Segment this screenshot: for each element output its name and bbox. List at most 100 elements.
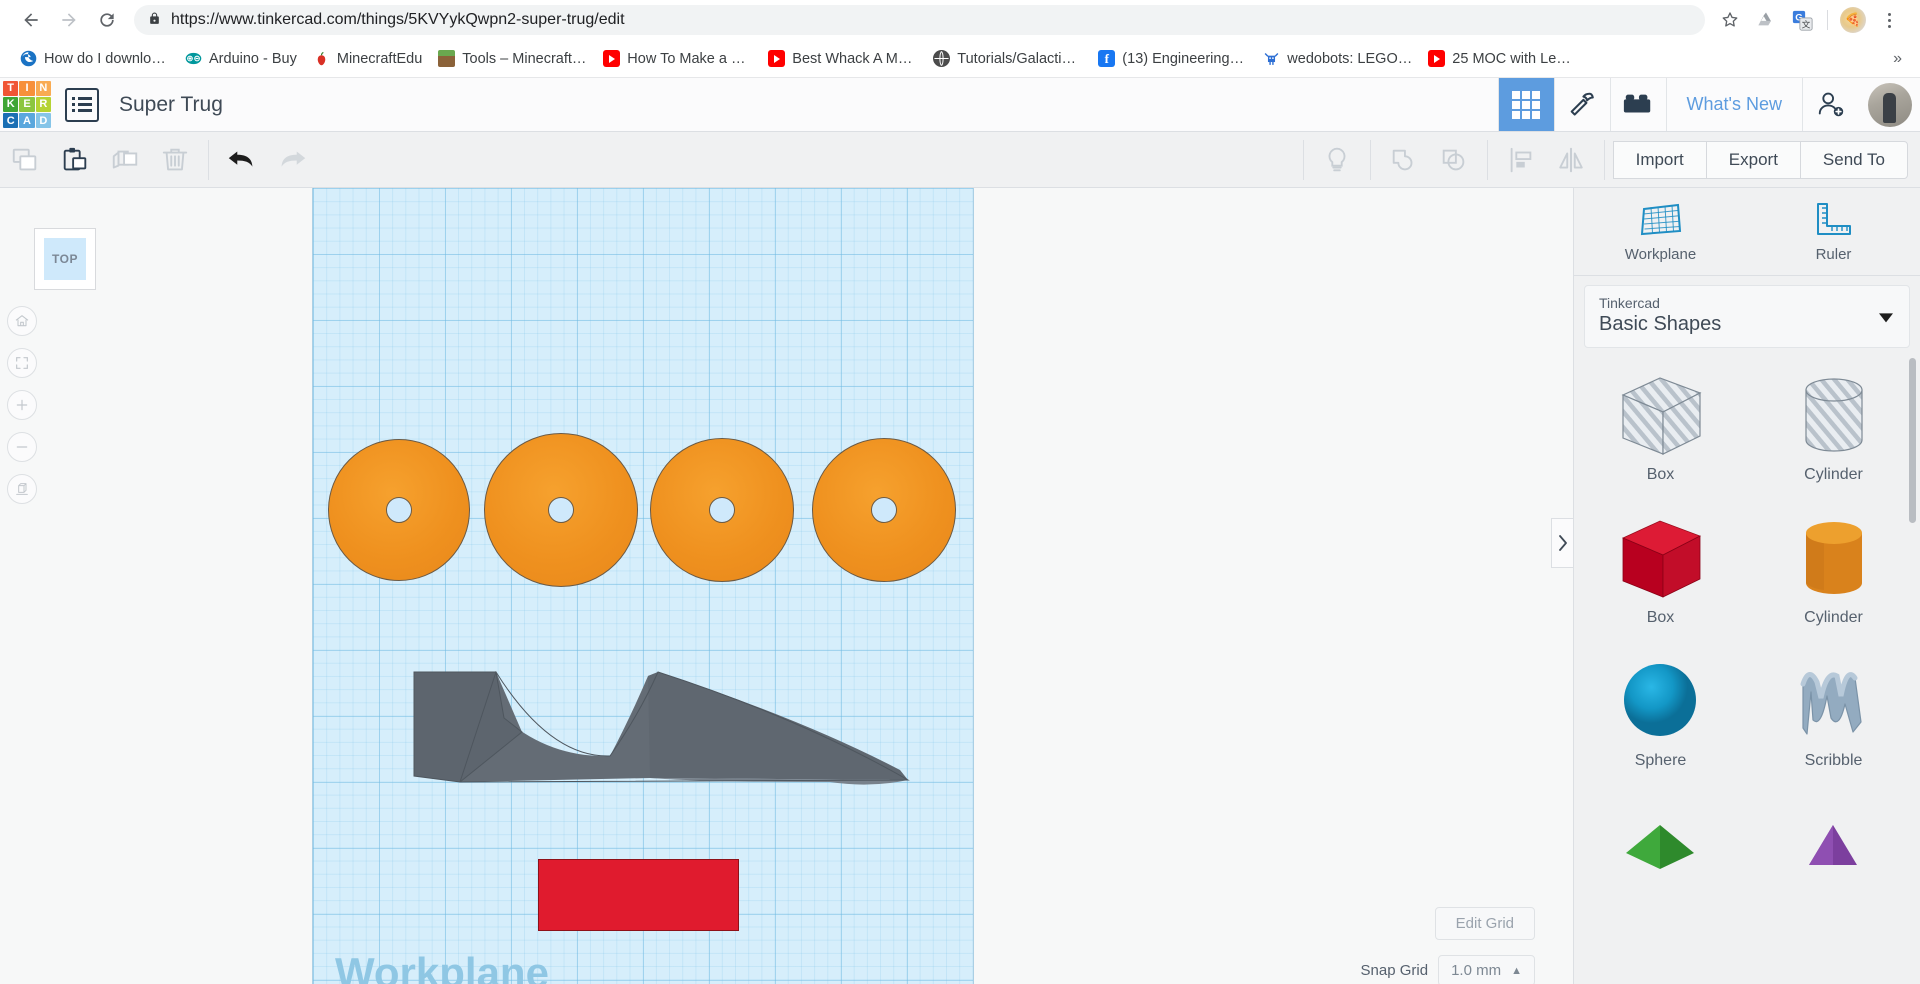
workplane-label: Workplane: [335, 949, 549, 984]
ungroup-button[interactable]: [1429, 132, 1479, 187]
snap-grid-select[interactable]: 1.0 mm ▲: [1438, 955, 1535, 984]
group-button[interactable]: [1379, 132, 1429, 187]
undo-button[interactable]: [217, 132, 267, 187]
editor-toolbar: Import Export Send To: [0, 132, 1920, 188]
shape-item-cylinder-hole[interactable]: Cylinder: [1747, 366, 1920, 509]
invite-people-button[interactable]: [1802, 78, 1858, 131]
workplane-tool[interactable]: Workplane: [1574, 188, 1747, 275]
wheel-3[interactable]: [650, 438, 794, 582]
bookmark-star-button[interactable]: [1713, 3, 1747, 37]
shape-library-category: Tinkercad: [1599, 295, 1660, 311]
scribble-icon: [1781, 652, 1886, 752]
ruler-tool[interactable]: Ruler: [1747, 188, 1920, 275]
shape-label: Cylinder: [1804, 466, 1863, 483]
bookmarks-bar: How do I download... Arduino - Buy Minec…: [0, 40, 1920, 78]
bookmark-label: Tutorials/Galacticra...: [957, 50, 1083, 67]
google-translate-extension[interactable]: G 文: [1785, 3, 1819, 37]
svg-text:文: 文: [1801, 18, 1810, 29]
logo-letter: T: [3, 80, 19, 96]
align-button[interactable]: [1496, 132, 1546, 187]
shape-label: Scribble: [1804, 752, 1863, 769]
home-view-button[interactable]: [7, 306, 37, 336]
shape-label: Sphere: [1634, 752, 1687, 769]
ortho-perspective-button[interactable]: [7, 474, 37, 504]
bookmarks-overflow-button[interactable]: »: [1885, 50, 1910, 68]
bookmark-item[interactable]: f (13) Engineering Fo...: [1090, 46, 1255, 71]
wheel-2[interactable]: [484, 433, 638, 587]
nav-lego-button[interactable]: [1609, 78, 1666, 131]
shape-item-pyramid[interactable]: [1574, 795, 1747, 938]
bookmark-item[interactable]: MinecraftEdu: [305, 46, 430, 71]
zoom-in-button[interactable]: [7, 390, 37, 420]
design-viewport[interactable]: Workplane TOP Edit Grid Snap Grid 1.0 mm…: [0, 188, 1573, 984]
toolbar-divider: [1827, 10, 1828, 30]
shape-label: Cylinder: [1804, 609, 1863, 626]
shape-item-box-solid[interactable]: Box: [1574, 509, 1747, 652]
project-list-button[interactable]: [65, 87, 99, 122]
wheel-hub: [548, 497, 574, 523]
bookmark-item[interactable]: Tutorials/Galacticra...: [925, 46, 1090, 71]
snap-grid-label: Snap Grid: [1360, 962, 1429, 979]
shape-item-scribble[interactable]: Scribble: [1747, 652, 1920, 795]
car-body-shape[interactable]: [400, 658, 930, 798]
forward-button[interactable]: [52, 3, 86, 37]
copy-button[interactable]: [0, 132, 50, 187]
shape-list-scrollbar[interactable]: [1909, 358, 1916, 523]
shape-list[interactable]: Box Cylinder Box Cylinder Sphere Scribbl…: [1574, 348, 1920, 984]
wheel-hub: [386, 497, 412, 523]
plus-icon: [16, 399, 28, 411]
sphere-icon: [1608, 652, 1713, 752]
shape-item-sphere[interactable]: Sphere: [1574, 652, 1747, 795]
export-button[interactable]: Export: [1705, 140, 1800, 179]
tinkercad-logo[interactable]: T I N K E R C A D: [3, 80, 51, 129]
import-button[interactable]: Import: [1612, 140, 1706, 179]
bookmark-item[interactable]: wedobots: LEGO®...: [1255, 46, 1420, 71]
page-title[interactable]: Super Trug: [119, 93, 223, 117]
bookmark-item[interactable]: How To Make a Sim...: [595, 46, 760, 71]
hint-button[interactable]: [1312, 132, 1362, 187]
wheel-hub: [871, 497, 897, 523]
bookmark-item[interactable]: Arduino - Buy: [177, 46, 305, 71]
shape-item-cylinder-solid[interactable]: Cylinder: [1747, 509, 1920, 652]
add-person-icon: [1818, 92, 1843, 116]
wheel-4[interactable]: [812, 438, 956, 582]
delete-button[interactable]: [150, 132, 200, 187]
logo-letter: D: [35, 113, 51, 129]
wheel-1[interactable]: [328, 439, 470, 581]
reload-button[interactable]: [90, 3, 124, 37]
profile-button[interactable]: 🍕: [1836, 3, 1870, 37]
pizza-avatar-icon: 🍕: [1840, 7, 1866, 33]
paste-button[interactable]: [50, 132, 100, 187]
send-to-button[interactable]: Send To: [1799, 140, 1908, 179]
nav-3d-design-button[interactable]: [1497, 78, 1554, 131]
toolbar-divider: [1603, 139, 1605, 180]
nav-minecraft-button[interactable]: [1553, 78, 1610, 131]
shape-label: Box: [1646, 609, 1675, 626]
bookmark-label: Arduino - Buy: [209, 50, 297, 67]
ungroup-shapes-icon: [1442, 149, 1464, 170]
shape-item-cone[interactable]: [1747, 795, 1920, 938]
fit-to-view-button[interactable]: [7, 348, 37, 378]
bookmark-item[interactable]: 25 MOC with Lego...: [1420, 46, 1585, 71]
shape-item-box-hole[interactable]: Box: [1574, 366, 1747, 509]
perspective-box-icon: [16, 483, 28, 495]
mirror-button[interactable]: [1546, 132, 1596, 187]
chrome-menu-button[interactable]: [1872, 3, 1906, 37]
edit-grid-button[interactable]: Edit Grid: [1434, 907, 1535, 940]
panel-collapse-toggle[interactable]: [1551, 518, 1573, 568]
reload-icon: [100, 13, 114, 27]
zoom-out-button[interactable]: [7, 432, 37, 462]
bookmark-item[interactable]: Tools – Minecraft W...: [430, 46, 595, 71]
view-cube[interactable]: TOP: [34, 228, 96, 290]
back-button[interactable]: [14, 3, 48, 37]
google-drive-extension[interactable]: [1749, 3, 1783, 37]
bookmark-item[interactable]: Best Whack A Mole...: [760, 46, 925, 71]
avatar[interactable]: [1868, 82, 1912, 127]
redo-button[interactable]: [267, 132, 317, 187]
whats-new-button[interactable]: What's New: [1665, 78, 1802, 131]
address-bar[interactable]: https://www.tinkercad.com/things/5KVYykQ…: [134, 5, 1705, 35]
duplicate-button[interactable]: [100, 132, 150, 187]
red-box-shape[interactable]: [538, 859, 739, 931]
bookmark-item[interactable]: How do I download...: [12, 46, 177, 71]
shape-library-dropdown[interactable]: Tinkercad Basic Shapes: [1584, 285, 1910, 348]
